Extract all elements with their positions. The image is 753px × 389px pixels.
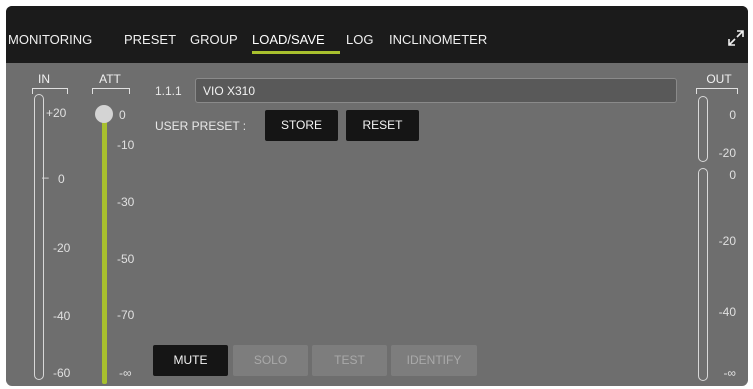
tab-bar: MONITORING PRESET GROUP LOAD/SAVE LOG IN…	[6, 6, 748, 63]
att-tick-label: -30	[117, 195, 135, 209]
att-tick-label: -10	[117, 138, 135, 152]
in-tick-mark: –	[42, 170, 49, 184]
att-tick-label: -50	[117, 252, 135, 266]
attenuation-fader-track[interactable]	[102, 114, 107, 384]
att-tick-label: 0	[119, 108, 126, 122]
store-button[interactable]: STORE	[265, 110, 338, 141]
input-level-meter	[34, 94, 44, 380]
att-header: ATT	[99, 72, 121, 86]
out-top-tick-label: 0	[729, 108, 736, 122]
out-tick-label: 0	[729, 168, 736, 182]
in-tick-label: -40	[53, 309, 71, 323]
solo-button[interactable]: SOLO	[233, 345, 308, 376]
out-header: OUT	[706, 72, 732, 86]
tab-group[interactable]: GROUP	[190, 32, 238, 47]
output-level-meter	[698, 168, 708, 381]
in-tick-label: -20	[53, 241, 71, 255]
att-tick-label: -∞	[119, 366, 132, 380]
att-tick-label: -70	[117, 308, 135, 322]
att-bracket	[92, 88, 130, 94]
identify-button[interactable]: IDENTIFY	[391, 345, 477, 376]
app-window: MONITORING PRESET GROUP LOAD/SAVE LOG IN…	[6, 6, 748, 386]
test-button[interactable]: TEST	[312, 345, 387, 376]
attenuation-fader-knob[interactable]	[95, 105, 113, 123]
out-top-tick-label: -20	[718, 146, 736, 160]
active-tab-indicator	[252, 51, 340, 54]
in-header: IN	[38, 72, 50, 86]
out-tick-label: -20	[718, 234, 736, 248]
device-name-field[interactable]: VIO X310	[195, 78, 677, 103]
tab-load-save[interactable]: LOAD/SAVE	[252, 32, 325, 47]
user-preset-label: USER PRESET :	[155, 119, 247, 133]
mute-button[interactable]: MUTE	[153, 345, 228, 376]
in-tick-label: 0	[58, 172, 65, 186]
device-id: 1.1.1	[155, 84, 182, 98]
out-tick-label: -∞	[723, 366, 736, 380]
in-tick-label: +20	[46, 106, 67, 120]
reset-button[interactable]: RESET	[346, 110, 419, 141]
tab-log[interactable]: LOG	[346, 32, 373, 47]
tab-monitoring[interactable]: MONITORING	[8, 32, 92, 47]
in-tick-label: -60	[53, 366, 71, 380]
expand-icon[interactable]	[728, 30, 744, 46]
out-tick-label: -40	[718, 305, 736, 319]
out-bracket	[696, 88, 738, 94]
tab-preset[interactable]: PRESET	[124, 32, 176, 47]
tab-inclinometer[interactable]: INCLINOMETER	[389, 32, 487, 47]
